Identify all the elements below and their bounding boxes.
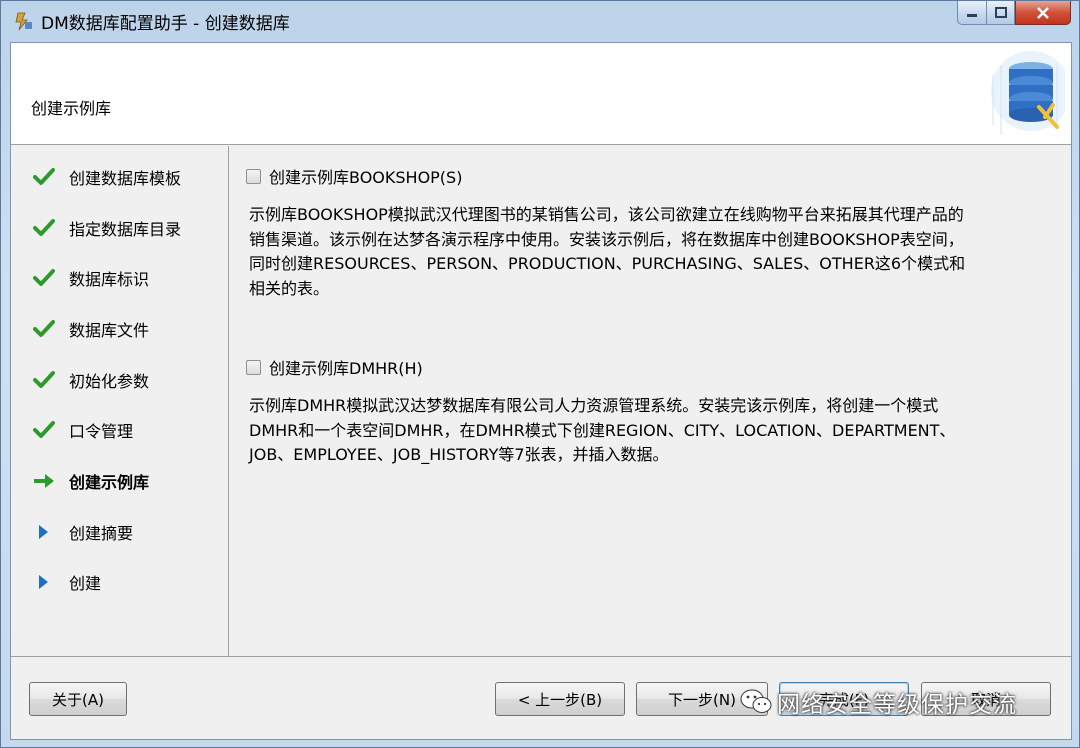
window-controls (957, 1, 1071, 25)
dmhr-option[interactable]: 创建示例库DMHR(H) (246, 355, 423, 379)
arrow-right-icon (33, 469, 61, 493)
wizard-header: 创建示例库 (11, 43, 1071, 145)
description-line: JOB、EMPLOYEE、JOB_HISTORY等7张表，并插入数据。 (249, 445, 669, 464)
step-item: 口令管理 (33, 415, 133, 445)
step-item: 初始化参数 (33, 365, 149, 395)
minimize-button[interactable] (957, 1, 987, 25)
description-line: 相关的表。 (249, 278, 330, 298)
checkmark-icon (33, 165, 61, 189)
step-item: 创建摘要 (33, 517, 133, 547)
watermark-text: 网络安全等级保护交流 (777, 692, 1017, 718)
step-label: 初始化参数 (69, 372, 150, 391)
bookshop-description: 示例库BOOKSHOP模拟武汉代理图书的某销售公司，该公司欲建立在线购物平台来拓… (249, 203, 1049, 301)
window-title: DM数据库配置助手 - 创建数据库 (41, 14, 290, 34)
step-item-current: 创建示例库 (33, 466, 149, 496)
app-icon (15, 12, 32, 31)
step-label: 创建数据库模板 (69, 169, 182, 188)
about-button[interactable]: 关于(A) (29, 682, 127, 716)
step-label: 数据库标识 (69, 270, 150, 289)
database-config-icon (991, 51, 1065, 135)
checkmark-icon (33, 216, 61, 240)
dmhr-description: 示例库DMHR模拟武汉达梦数据库有限公司人力资源管理系统。安装完该示例库，将创建… (249, 394, 1049, 468)
wechat-icon (740, 689, 772, 713)
minimize-icon (967, 13, 977, 17)
step-item: 创建 (33, 567, 101, 597)
checkmark-icon (33, 418, 61, 442)
description-line: 销售渠道。该示例在达梦各演示程序中使用。安装该示例后，将在数据库中创建BOOKS… (249, 229, 964, 249)
step-label: 创建示例库 (69, 473, 150, 492)
description-line: 示例库BOOKSHOP模拟武汉代理图书的某销售公司，该公司欲建立在线购物平台来拓… (249, 205, 964, 224)
prev-button[interactable]: < 上一步(B) (495, 682, 625, 716)
step-label: 数据库文件 (69, 321, 150, 340)
checkmark-icon (33, 368, 61, 392)
steps-sidebar: 创建数据库模板 指定数据库目录 数据库标识 数据库文件 初始化参数 口令管理 创… (11, 146, 229, 656)
step-item: 创建数据库模板 (33, 162, 181, 192)
step-item: 数据库文件 (33, 314, 149, 344)
close-icon (1037, 6, 1049, 19)
step-label: 创建摘要 (69, 524, 134, 543)
dmhr-label[interactable]: 创建示例库DMHR(H) (269, 355, 423, 379)
dialog-window: DM数据库配置助手 - 创建数据库 创建示例库 创建数据库模板 指定数据库目录 … (0, 0, 1080, 748)
step-item: 数据库标识 (33, 263, 149, 293)
maximize-icon (994, 7, 1007, 18)
watermark: 网络安全等级保护交流 (739, 685, 1017, 719)
title-bar[interactable]: DM数据库配置助手 - 创建数据库 (1, 1, 1079, 41)
step-label: 口令管理 (69, 422, 134, 441)
description-line: DMHR和一个表空间DMHR，在DMHR模式下创建REGION、CITY、LOC… (249, 420, 956, 440)
dialog-client: 创建示例库 创建数据库模板 指定数据库目录 数据库标识 数据库文件 初始化参数 … (10, 42, 1072, 740)
checkmark-icon (33, 266, 61, 290)
description-line: 示例库DMHR模拟武汉达梦数据库有限公司人力资源管理系统。安装完该示例库，将创建… (249, 396, 939, 415)
bookshop-label[interactable]: 创建示例库BOOKSHOP(S) (269, 164, 462, 188)
triangle-right-icon (33, 570, 61, 594)
page-title: 创建示例库 (31, 99, 112, 118)
description-line: 同时创建RESOURCES、PERSON、PRODUCTION、PURCHASI… (249, 254, 966, 273)
step-label: 指定数据库目录 (69, 220, 182, 239)
step-item: 指定数据库目录 (33, 213, 181, 243)
bookshop-option[interactable]: 创建示例库BOOKSHOP(S) (246, 164, 462, 188)
checkmark-icon (33, 317, 61, 341)
triangle-right-icon (33, 520, 61, 544)
main-panel: 创建示例库BOOKSHOP(S) 示例库BOOKSHOP模拟武汉代理图书的某销售… (230, 146, 1071, 656)
bookshop-checkbox[interactable] (246, 168, 261, 184)
step-label: 创建 (69, 574, 102, 593)
dmhr-checkbox[interactable] (246, 359, 261, 375)
close-button[interactable] (1015, 1, 1071, 25)
maximize-button[interactable] (987, 1, 1015, 25)
